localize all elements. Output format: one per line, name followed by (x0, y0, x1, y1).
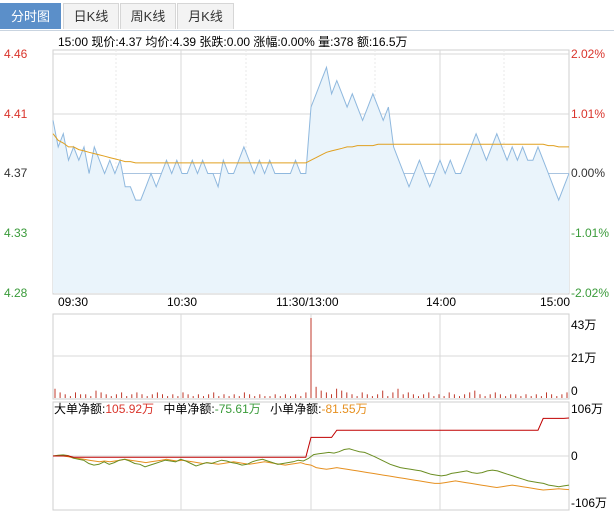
legend-small-label: 小单净额: (270, 402, 321, 416)
flow-tick-zero: 0 (571, 449, 578, 463)
volume-tick-zero: 0 (571, 384, 578, 398)
y-right-tick-4: -1.01% (571, 226, 609, 240)
y-left-tick-2: 4.41 (4, 107, 28, 121)
flow-tick-bottom: -106万 (571, 496, 607, 510)
y-left-tick-3: 4.37 (4, 166, 28, 180)
legend-mid-label: 中单净额: (163, 401, 214, 416)
y-left-tick-1: 4.46 (4, 47, 28, 61)
x-tick-1030: 10:30 (167, 295, 197, 309)
legend-small-value: -81.55万 (321, 402, 367, 416)
legend-big-value: 105.92万 (105, 402, 154, 416)
timeshare-chart: 4.46 4.41 4.37 4.33 4.28 2.02% 1.01% 0.0… (4, 47, 609, 511)
legend-big-label: 大单净额: (54, 402, 105, 416)
volume-tick-mid: 21万 (571, 351, 596, 365)
legend-big-order: 大单净额:105.92万 中单净额:-75.61万 小单净额:-81.55万 (54, 401, 368, 416)
x-tick-1130-1300: 11:30/13:00 (276, 295, 339, 309)
y-right-tick-2: 1.01% (571, 107, 605, 121)
y-right-tick-3: 0.00% (571, 166, 605, 180)
volume-tick-top: 43万 (571, 318, 596, 332)
y-left-tick-5: 4.28 (4, 286, 28, 300)
x-tick-1400: 14:00 (426, 295, 456, 309)
flow-tick-top: 106万 (571, 402, 603, 416)
y-right-tick-5: -2.02% (571, 286, 609, 300)
y-right-tick-1: 2.02% (571, 47, 605, 61)
volume-bars (54, 318, 568, 398)
x-tick-1500: 15:00 (540, 295, 570, 309)
y-left-tick-4: 4.33 (4, 226, 28, 240)
x-tick-0930: 09:30 (58, 295, 88, 309)
legend-mid-value: -75.61万 (215, 402, 261, 416)
